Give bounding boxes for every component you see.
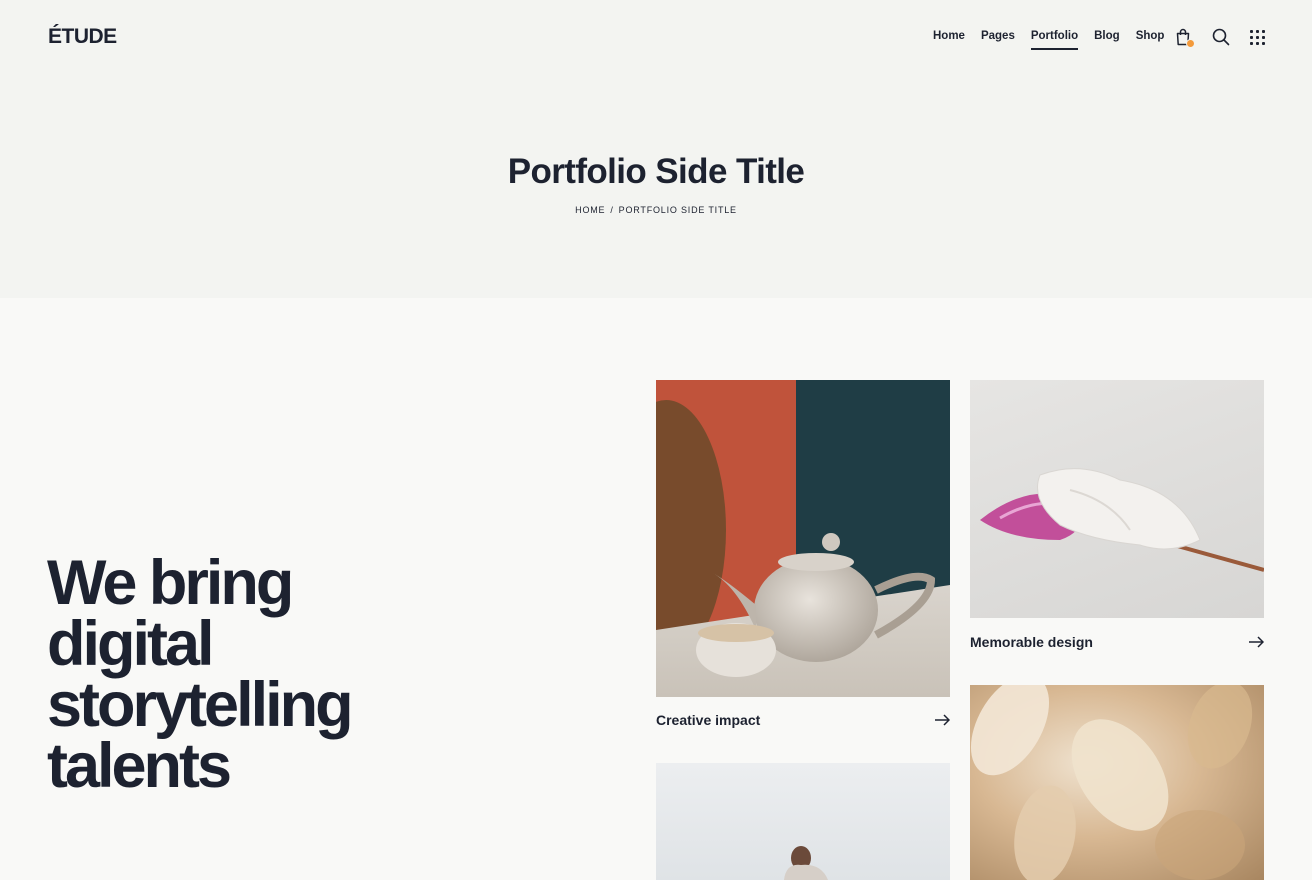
flower-illustration xyxy=(980,468,1264,572)
nav-portfolio[interactable]: Portfolio xyxy=(1030,30,1079,50)
search-button[interactable] xyxy=(1211,27,1231,47)
breadcrumb-home[interactable]: HOME xyxy=(575,205,605,215)
portfolio-card-woman[interactable] xyxy=(656,763,950,880)
cart-count-badge xyxy=(1186,39,1195,48)
breadcrumb: HOME / PORTFOLIO SIDE TITLE xyxy=(0,205,1312,215)
card-title[interactable]: Creative impact xyxy=(656,712,760,728)
portfolio-card-creative-impact[interactable]: Creative impact xyxy=(656,380,950,730)
woman-outdoors-photo[interactable] xyxy=(656,763,950,880)
page-title: Portfolio Side Title xyxy=(507,152,805,191)
main-nav: Home Pages Portfolio Blog Shop xyxy=(933,30,1180,50)
cart-button[interactable] xyxy=(1173,27,1195,48)
arrow-right-icon[interactable] xyxy=(934,714,950,726)
menu-button[interactable] xyxy=(1247,27,1267,47)
dried-grass-photo[interactable] xyxy=(970,685,1264,880)
teapot-photo[interactable] xyxy=(656,380,950,697)
nav-blog[interactable]: Blog xyxy=(1094,30,1120,50)
search-icon xyxy=(1212,28,1230,46)
card-title[interactable]: Memorable design xyxy=(970,634,1093,650)
grass-illustration xyxy=(970,685,1253,880)
breadcrumb-current: PORTFOLIO SIDE TITLE xyxy=(618,205,737,215)
portfolio-card-grass[interactable] xyxy=(970,685,1264,880)
arrow-right-icon[interactable] xyxy=(1248,636,1264,648)
breadcrumb-separator: / xyxy=(610,205,614,215)
page-header: ÉTUDE Home Pages Portfolio Blog Shop Por… xyxy=(0,0,1312,298)
teapot-illustration xyxy=(656,380,950,697)
site-logo[interactable]: ÉTUDE xyxy=(48,25,117,49)
person-illustration xyxy=(784,846,828,880)
portfolio-card-memorable-design[interactable]: Memorable design xyxy=(970,380,1264,652)
nav-home[interactable]: Home xyxy=(933,30,965,50)
tagline-heading: We bring digital storytelling talents xyxy=(47,548,354,801)
grid-menu-icon xyxy=(1249,29,1265,45)
nav-shop[interactable]: Shop xyxy=(1136,30,1165,50)
nav-pages[interactable]: Pages xyxy=(981,30,1015,50)
pink-flower-photo[interactable] xyxy=(970,380,1264,618)
